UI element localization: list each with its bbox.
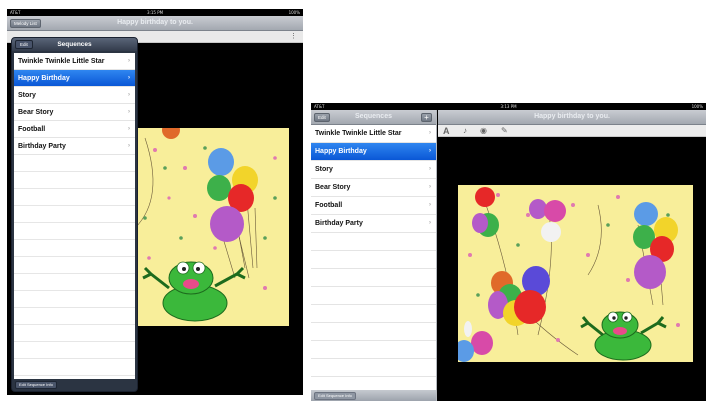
sequence-item-label: Happy Birthday xyxy=(315,148,367,155)
sequence-list: Twinkle Twinkle Little Star › Happy Birt… xyxy=(14,53,135,379)
chevron-right-icon: › xyxy=(128,126,130,132)
clock-label: 3:15 PM xyxy=(146,10,164,15)
chevron-right-icon: › xyxy=(128,92,130,98)
popover-title: Sequences xyxy=(57,41,92,48)
birthday-illustration[interactable] xyxy=(458,185,693,362)
sequence-item-football[interactable]: Football › xyxy=(14,121,135,138)
edit-sequence-info-button[interactable]: Edit Sequence Info xyxy=(314,392,356,400)
popover-footer: Edit Sequence Info xyxy=(12,379,137,391)
add-sequence-button[interactable]: + xyxy=(421,113,432,122)
navigation-bar: Melody List Happy birthday to you. xyxy=(7,16,303,31)
edit-sequence-info-button[interactable]: Edit Sequence Info xyxy=(15,381,57,389)
sequence-item-label: Twinkle Twinkle Little Star xyxy=(18,58,105,65)
song-title: Happy birthday to you. xyxy=(117,19,193,26)
sequence-item-story[interactable]: Story › xyxy=(311,161,436,179)
sequence-item-label: Bear Story xyxy=(18,109,54,116)
canvas-area xyxy=(438,138,706,401)
sequence-item-label: Birthday Party xyxy=(315,220,363,227)
battery-label: 100% xyxy=(691,104,703,109)
sequence-item-football[interactable]: Football › xyxy=(311,197,436,215)
sequences-sidebar: Edit Sequences + Twinkle Twinkle Little … xyxy=(311,110,437,401)
eye-icon[interactable]: ◉ xyxy=(480,125,487,137)
editor-toolbar: A ♪ ◉ ✎ xyxy=(438,125,706,137)
birthday-illustration[interactable] xyxy=(125,128,289,326)
sidebar-navbar: Edit Sequences + xyxy=(311,110,436,125)
draw-icon[interactable]: ✎ xyxy=(501,125,508,137)
more-vert-icon[interactable]: ⋮ xyxy=(290,31,297,43)
popover-header: Edit Sequences xyxy=(12,38,137,51)
sequence-item-label: Bear Story xyxy=(315,184,351,191)
ipad-landscape-screenshot: AT&T 3:13 PM 100% Edit Sequences + Twink… xyxy=(311,103,706,401)
chevron-right-icon: › xyxy=(128,58,130,64)
sequence-item-birthday-party[interactable]: Birthday Party › xyxy=(311,215,436,233)
chevron-right-icon: › xyxy=(429,220,431,226)
sequence-item-birthday-party[interactable]: Birthday Party › xyxy=(14,138,135,155)
detail-navbar: Happy birthday to you. xyxy=(438,110,706,125)
sequences-popover: Edit Sequences Twinkle Twinkle Little St… xyxy=(11,37,138,392)
sequence-item-twinkle[interactable]: Twinkle Twinkle Little Star › xyxy=(311,125,436,143)
chevron-right-icon: › xyxy=(128,75,130,81)
sidebar-title: Sequences xyxy=(355,113,392,120)
sequence-item-twinkle[interactable]: Twinkle Twinkle Little Star › xyxy=(14,53,135,70)
chevron-right-icon: › xyxy=(429,202,431,208)
sequence-item-bear-story[interactable]: Bear Story › xyxy=(311,179,436,197)
sequence-item-label: Story xyxy=(18,92,36,99)
chevron-right-icon: › xyxy=(128,143,130,149)
status-bar: AT&T 3:13 PM 100% xyxy=(311,103,706,110)
sequence-item-label: Football xyxy=(18,126,46,133)
sequence-item-story[interactable]: Story › xyxy=(14,87,135,104)
chevron-right-icon: › xyxy=(128,109,130,115)
chevron-right-icon: › xyxy=(429,130,431,136)
sequence-item-happy-birthday[interactable]: Happy Birthday › xyxy=(14,70,135,87)
sidebar-footer: Edit Sequence Info xyxy=(311,390,436,401)
text-icon[interactable]: A xyxy=(443,125,450,137)
battery-label: 100% xyxy=(288,10,300,15)
status-bar: AT&T 3:15 PM 100% xyxy=(7,9,303,16)
song-title: Happy birthday to you. xyxy=(534,113,610,120)
sequence-item-label: Happy Birthday xyxy=(18,75,70,82)
sequence-list: Twinkle Twinkle Little Star › Happy Birt… xyxy=(311,125,436,390)
clock-label: 3:13 PM xyxy=(500,104,517,109)
ipad-portrait-screenshot: AT&T 3:15 PM 100% Melody List Happy birt… xyxy=(7,9,303,395)
chevron-right-icon: › xyxy=(429,184,431,190)
sequence-item-label: Football xyxy=(315,202,343,209)
music-note-icon[interactable]: ♪ xyxy=(463,125,467,137)
sequence-item-label: Story xyxy=(315,166,333,173)
sequence-item-label: Birthday Party xyxy=(18,143,66,150)
sequence-item-happy-birthday[interactable]: Happy Birthday › xyxy=(311,143,436,161)
chevron-right-icon: › xyxy=(429,166,431,172)
sequence-item-label: Twinkle Twinkle Little Star xyxy=(315,130,402,137)
chevron-right-icon: › xyxy=(429,148,431,154)
sequence-item-bear-story[interactable]: Bear Story › xyxy=(14,104,135,121)
